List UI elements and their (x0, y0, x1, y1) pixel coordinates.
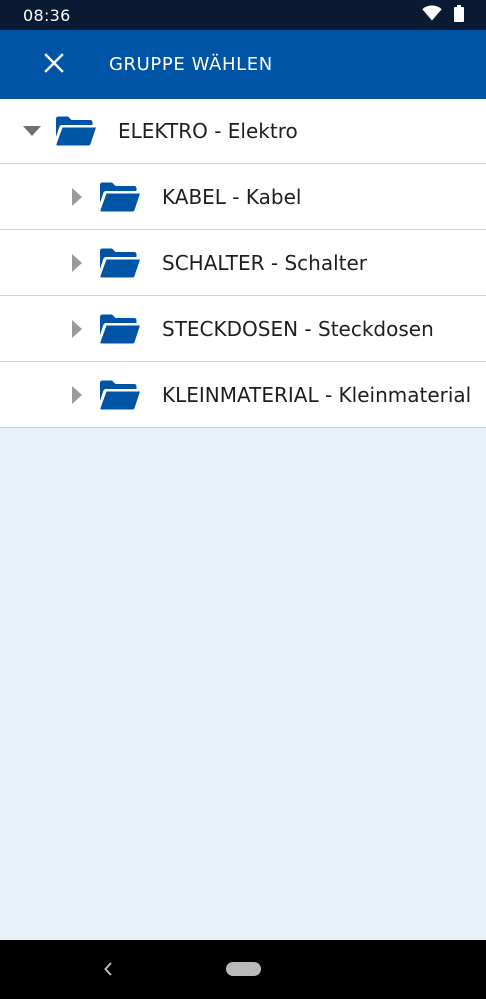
folder-icon (98, 313, 142, 345)
page-title: GRUPPE WÄHLEN (109, 54, 273, 75)
tree-node-elektro[interactable]: ELEKTRO - Elektro (0, 99, 486, 164)
tree-node-label: KLEINMATERIAL - Kleinmaterial (162, 382, 472, 407)
status-icons (422, 4, 464, 26)
caret-right-icon[interactable] (67, 319, 87, 339)
close-button[interactable] (27, 38, 81, 92)
caret-right-icon[interactable] (67, 187, 87, 207)
caret-right-icon[interactable] (67, 253, 87, 273)
battery-icon (454, 4, 464, 26)
group-tree: ELEKTRO - Elektro KABEL - Kabel SCHALTER… (0, 99, 486, 428)
folder-icon (98, 379, 142, 411)
folder-icon (98, 181, 142, 213)
system-nav-bar (0, 940, 486, 999)
home-pill-button[interactable] (226, 962, 261, 976)
tree-node-label: KABEL - Kabel (162, 184, 302, 209)
caret-right-icon[interactable] (67, 385, 87, 405)
tree-node-label: STECKDOSEN - Steckdosen (162, 316, 434, 341)
caret-down-icon[interactable] (22, 121, 42, 141)
tree-node-label: SCHALTER - Schalter (162, 250, 367, 275)
folder-icon (98, 247, 142, 279)
folder-icon (54, 115, 98, 147)
tree-node-steckdosen[interactable]: STECKDOSEN - Steckdosen (0, 296, 486, 362)
empty-content-area (0, 428, 486, 940)
status-bar: 08:36 (0, 0, 486, 30)
close-icon (44, 52, 64, 77)
tree-node-label: ELEKTRO - Elektro (118, 119, 298, 143)
tree-node-schalter[interactable]: SCHALTER - Schalter (0, 230, 486, 296)
app-bar: GRUPPE WÄHLEN (0, 30, 486, 99)
back-icon[interactable] (98, 958, 118, 980)
status-time: 08:36 (23, 5, 71, 25)
wifi-icon (422, 5, 442, 25)
tree-node-kabel[interactable]: KABEL - Kabel (0, 164, 486, 230)
tree-node-kleinmaterial[interactable]: KLEINMATERIAL - Kleinmaterial (0, 362, 486, 428)
